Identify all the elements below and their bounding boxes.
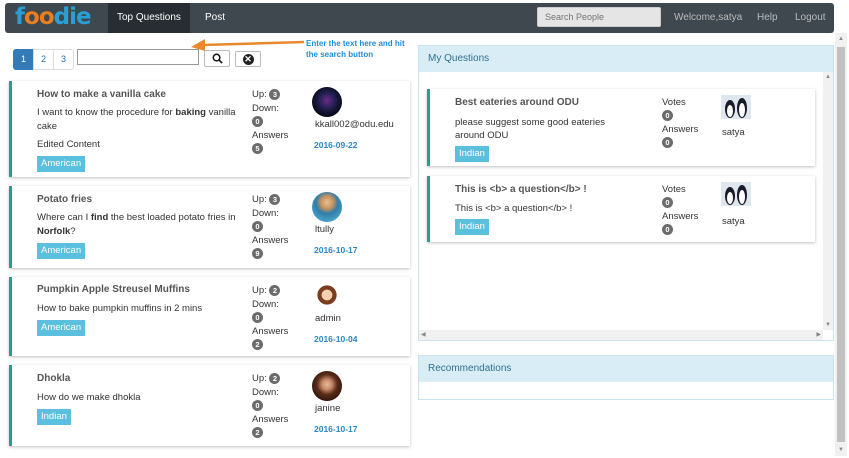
welcome-text: Welcome,satya	[674, 12, 743, 23]
answer-count: 9	[252, 247, 263, 259]
cuisine-tag[interactable]: Indian	[455, 219, 489, 235]
upvote-count: 2	[269, 372, 281, 384]
question-date: 2016-10-04	[314, 334, 358, 344]
scrollbar-thumb[interactable]	[837, 47, 845, 442]
answer-count: 0	[662, 137, 673, 149]
downvote-count: 0	[252, 399, 263, 411]
avatar[interactable]	[312, 192, 342, 222]
vote-stats: Up: 2 Down: 0 Answers 2	[252, 372, 289, 438]
question-card[interactable]: Potato fries Where can I find the best l…	[9, 186, 410, 268]
downvote-count: 0	[252, 220, 263, 232]
cuisine-tag[interactable]: American	[37, 156, 86, 172]
tab-post[interactable]: Post	[196, 3, 234, 33]
question-card[interactable]: How to make a vanilla cake I want to kno…	[9, 81, 410, 177]
navbar: foodie Top Questions Post Welcome,satya …	[5, 3, 834, 33]
help-link[interactable]: Help	[757, 3, 778, 33]
page-scrollbar[interactable]: ▲ ▼	[835, 33, 847, 456]
question-card[interactable]: Pumpkin Apple Streusel Muffins How to ba…	[9, 277, 410, 356]
question-date: 2016-10-17	[314, 424, 358, 434]
horizontal-scrollbar[interactable]: ◀ ▶	[419, 330, 823, 340]
my-question-card[interactable]: This is <b> a question</b> ! This is <b>…	[427, 176, 815, 242]
panel-title: Recommendations	[419, 356, 833, 382]
downvote-count: 0	[252, 115, 263, 127]
page-3-button[interactable]: 3	[53, 49, 74, 70]
question-body: Where can I find the best loaded potato …	[37, 212, 236, 237]
question-title[interactable]: Pumpkin Apple Streusel Muffins	[37, 284, 190, 295]
question-title[interactable]: Potato fries	[37, 194, 92, 205]
question-body: How do we make dhokla	[37, 392, 141, 403]
close-icon: ✕	[242, 53, 254, 65]
vote-count: 0	[662, 197, 673, 209]
vertical-scrollbar[interactable]: ▲ ▼	[823, 72, 833, 330]
question-body: please suggest some good eateries around…	[455, 117, 605, 141]
logout-link[interactable]: Logout	[795, 3, 826, 33]
search-button[interactable]	[204, 50, 230, 67]
penguin-avatar[interactable]	[721, 95, 751, 119]
answer-count: 2	[252, 426, 263, 438]
question-body: This is <b> a question</b> !	[455, 203, 573, 214]
vote-stats: Votes 0 Answers 0	[662, 97, 699, 149]
vote-count: 0	[662, 110, 673, 122]
vote-stats: Votes 0 Answers 0	[662, 184, 699, 236]
username[interactable]: satya	[722, 127, 745, 138]
search-hint: Enter the text here and hit the search b…	[306, 39, 405, 59]
question-title[interactable]: How to make a vanilla cake	[37, 89, 166, 100]
penguin-avatar[interactable]	[721, 182, 751, 206]
username[interactable]: kkall002@odu.edu	[315, 119, 394, 130]
vote-stats: Up: 3 Down: 0 Answers 9	[252, 193, 289, 259]
search-icon	[212, 53, 223, 64]
pagination: 1 2 3	[13, 49, 74, 70]
question-date: 2016-10-17	[314, 245, 358, 255]
vote-stats: Up: 3 Down: 0 Answers 5	[252, 88, 289, 154]
downvote-count: 0	[252, 311, 263, 323]
username[interactable]: satya	[722, 216, 745, 227]
hint-arrow-icon	[191, 39, 305, 51]
panel-title: My Questions	[419, 46, 833, 72]
vote-stats: Up: 2 Down: 0 Answers 2	[252, 284, 289, 350]
answer-count: 2	[252, 338, 263, 350]
avatar[interactable]	[312, 371, 342, 401]
question-search-input[interactable]	[77, 49, 199, 65]
username[interactable]: admin	[315, 313, 341, 324]
page-2-button[interactable]: 2	[33, 49, 54, 70]
question-card[interactable]: Dhokla How do we make dhokla Indian Up: …	[9, 365, 410, 446]
cuisine-tag[interactable]: American	[37, 320, 86, 336]
upvote-count: 3	[269, 193, 281, 205]
page-1-button[interactable]: 1	[13, 49, 34, 70]
tab-top-questions[interactable]: Top Questions	[108, 3, 190, 33]
question-title[interactable]: Dhokla	[37, 373, 70, 384]
my-question-card[interactable]: Best eateries around ODU please suggest …	[427, 89, 815, 166]
answer-count: 0	[662, 224, 673, 236]
cuisine-tag[interactable]: American	[37, 243, 86, 259]
upvote-count: 2	[269, 284, 281, 296]
question-title[interactable]: This is <b> a question</b> !	[455, 184, 587, 195]
avatar[interactable]	[312, 283, 342, 313]
username[interactable]: janine	[315, 403, 340, 414]
avatar[interactable]	[312, 87, 342, 117]
recommendations-panel: Recommendations	[418, 355, 834, 400]
upvote-count: 3	[269, 88, 281, 100]
username[interactable]: ltully	[315, 224, 334, 235]
cuisine-tag[interactable]: Indian	[37, 409, 71, 425]
people-search-input[interactable]	[537, 7, 661, 27]
edited-label: Edited Content	[37, 139, 100, 150]
question-body: I want to know the procedure for baking …	[37, 107, 236, 132]
my-questions-panel: My Questions Best eateries around ODU pl…	[418, 45, 834, 341]
question-body: How to bake pumpkin muffins in 2 mins	[37, 303, 203, 314]
foodie-logo[interactable]: foodie	[15, 4, 92, 30]
answer-count: 5	[252, 142, 263, 154]
clear-search-button[interactable]: ✕	[235, 51, 261, 67]
question-date: 2016-09-22	[314, 140, 358, 150]
question-title[interactable]: Best eateries around ODU	[455, 97, 579, 108]
cuisine-tag[interactable]: Indian	[455, 146, 489, 162]
